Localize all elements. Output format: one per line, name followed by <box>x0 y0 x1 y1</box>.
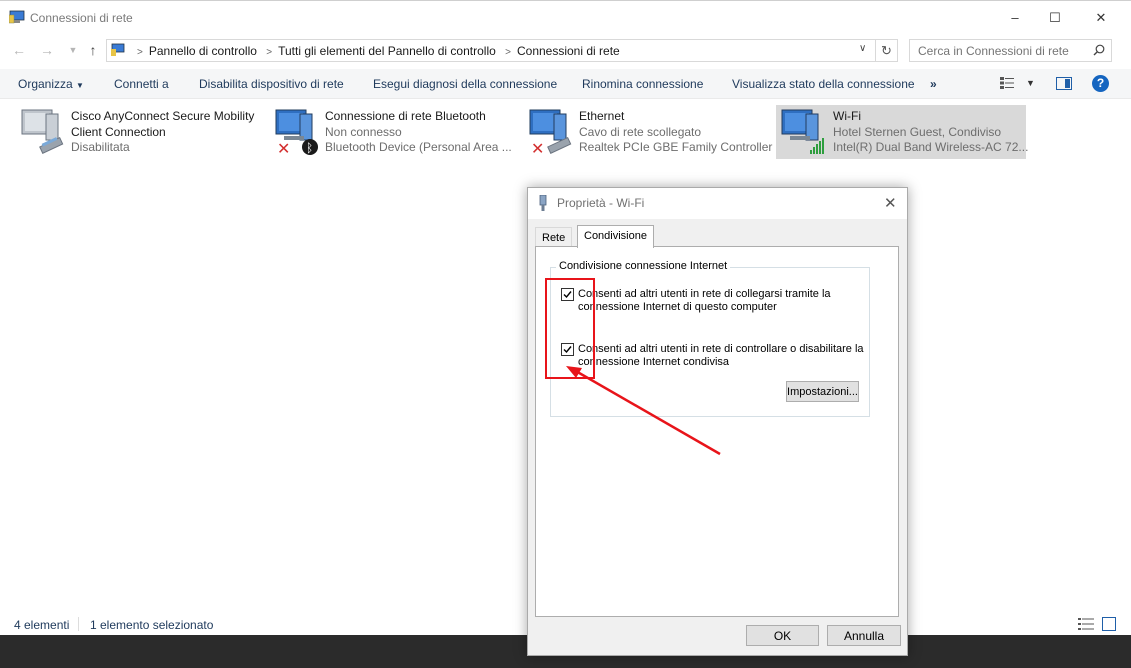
dialog-title-bar: Proprietà - Wi-Fi ✕ <box>528 188 907 219</box>
wifi-adapter-icon <box>781 109 824 154</box>
connection-ethernet[interactable]: ✕ Ethernet Cavo di rete scollegato Realt… <box>528 106 772 160</box>
tiles-view-icon[interactable] <box>1102 617 1116 631</box>
selection-count: 1 elemento selezionato <box>90 618 214 632</box>
checkmark-icon <box>563 291 572 299</box>
allow-control-label[interactable]: Consenti ad altri utenti in rete di cont… <box>578 343 868 369</box>
chevron-right-icon: > <box>505 47 511 58</box>
close-button[interactable]: ✕ <box>1078 5 1124 31</box>
forward-arrow-icon[interactable]: → <box>38 41 56 59</box>
search-icon[interactable] <box>1093 44 1105 56</box>
connection-device: Bluetooth Device (Personal Area ... <box>325 140 512 154</box>
back-arrow-icon[interactable]: ← <box>10 41 28 59</box>
maximize-button[interactable]: ☐ <box>1032 5 1078 31</box>
svg-text:ᛒ: ᛒ <box>306 141 313 155</box>
allow-control-checkbox[interactable] <box>561 343 574 356</box>
connection-status: Non connesso <box>325 125 402 139</box>
connection-device: Intel(R) Dual Band Wireless-AC 72... <box>833 140 1029 154</box>
crumb-network-connections[interactable]: Connessioni di rete <box>517 44 620 58</box>
item-count: 4 elementi <box>14 618 70 632</box>
breadcrumb[interactable]: > Pannello di controllo > Tutti gli elemen… <box>106 39 876 62</box>
network-adapter-icon <box>21 109 64 154</box>
cancel-button[interactable]: Annulla <box>827 625 901 646</box>
chevron-down-icon: ▼ <box>76 81 84 90</box>
command-bar: Organizza ▼ Connetti a Disabilita dispos… <box>0 69 1131 99</box>
organize-menu[interactable]: Organizza ▼ <box>18 77 84 91</box>
connection-status: Hotel Sternen Guest, Condiviso <box>833 125 1002 139</box>
crumb-control-panel[interactable]: Pannello di controllo <box>149 44 257 58</box>
preview-pane-icon[interactable] <box>1056 77 1072 90</box>
group-title: Condivisione connessione Internet <box>556 260 731 272</box>
connection-bluetooth[interactable]: ✕ ᛒ Connessione di rete Bluetooth Non co… <box>274 106 514 160</box>
help-icon[interactable]: ? <box>1092 75 1109 92</box>
address-bar: ← → ▼ ↑ > Pannello di controllo > Tutti gl… <box>0 37 1131 65</box>
tab-condivisione[interactable]: Condivisione <box>577 225 654 248</box>
diagnose-connection-button[interactable]: Esegui diagnosi della connessione <box>373 77 557 91</box>
view-status-button[interactable]: Visualizza stato della connessione <box>732 77 915 91</box>
chevron-down-icon[interactable]: ▼ <box>1026 78 1035 88</box>
connection-name: Connessione di rete Bluetooth <box>325 109 486 123</box>
change-view-icon[interactable] <box>1000 77 1014 89</box>
svg-text:✕: ✕ <box>531 139 544 156</box>
tab-panel-condivisione: Condivisione connessione Internet Consen… <box>535 246 899 617</box>
close-icon[interactable]: ✕ <box>884 194 897 212</box>
internet-sharing-group: Condivisione connessione Internet Consen… <box>550 260 870 417</box>
title-bar: Connessioni di rete – ☐ ✕ <box>0 1 1131 35</box>
organize-label: Organizza <box>18 77 73 91</box>
rename-connection-button[interactable]: Rinomina connessione <box>582 77 703 91</box>
chevron-down-icon[interactable]: ▼ <box>64 41 82 59</box>
refresh-icon[interactable]: ↻ <box>876 39 898 62</box>
connection-status: Disabilitata <box>71 140 130 154</box>
connection-status: Cavo di rete scollegato <box>579 125 702 139</box>
ok-button[interactable]: OK <box>746 625 819 646</box>
crumb-all-items[interactable]: Tutti gli elementi del Pannello di contr… <box>278 44 496 58</box>
control-panel-icon <box>111 43 125 56</box>
network-adapter-icon <box>539 195 547 211</box>
more-commands-button[interactable]: » <box>930 77 937 91</box>
wifi-properties-dialog: Proprietà - Wi-Fi ✕ Rete Condivisione Co… <box>527 187 908 656</box>
connection-name: Ethernet <box>579 109 625 123</box>
chevron-right-icon: > <box>266 47 273 58</box>
ethernet-adapter-icon: ✕ <box>529 109 572 156</box>
status-divider <box>78 617 79 631</box>
bluetooth-adapter-icon: ✕ ᛒ <box>275 109 318 156</box>
settings-button[interactable]: Impostazioni... <box>786 381 859 402</box>
up-arrow-icon[interactable]: ↑ <box>84 41 102 59</box>
disable-device-button[interactable]: Disabilita dispositivo di rete <box>199 77 344 91</box>
tab-rete[interactable]: Rete <box>535 227 573 247</box>
window-title: Connessioni di rete <box>30 11 133 25</box>
checkmark-icon <box>563 346 572 354</box>
connection-name: Wi-Fi <box>833 109 861 123</box>
svg-text:✕: ✕ <box>277 139 290 156</box>
chevron-right-icon: > <box>137 47 143 58</box>
search-input[interactable] <box>910 40 1090 61</box>
search-box[interactable] <box>909 39 1112 62</box>
connect-to-button[interactable]: Connetti a <box>114 77 169 91</box>
dialog-title: Proprietà - Wi-Fi <box>557 196 645 210</box>
connection-name: Cisco AnyConnect Secure Mobility <box>71 109 255 123</box>
allow-connect-label[interactable]: Consenti ad altri utenti in rete di coll… <box>578 288 868 314</box>
connection-wifi[interactable]: Wi-Fi Hotel Sternen Guest, Condiviso Int… <box>776 105 1029 159</box>
connection-device: Realtek PCIe GBE Family Controller <box>579 140 773 154</box>
connection-name-line2: Client Connection <box>71 125 166 139</box>
chevron-down-icon[interactable]: ∨ <box>859 43 866 54</box>
network-connections-icon <box>9 10 25 24</box>
allow-connect-checkbox[interactable] <box>561 288 574 301</box>
details-view-icon[interactable] <box>1078 617 1094 631</box>
connection-cisco-anyconnect[interactable]: Cisco AnyConnect Secure Mobility Client … <box>20 106 265 160</box>
